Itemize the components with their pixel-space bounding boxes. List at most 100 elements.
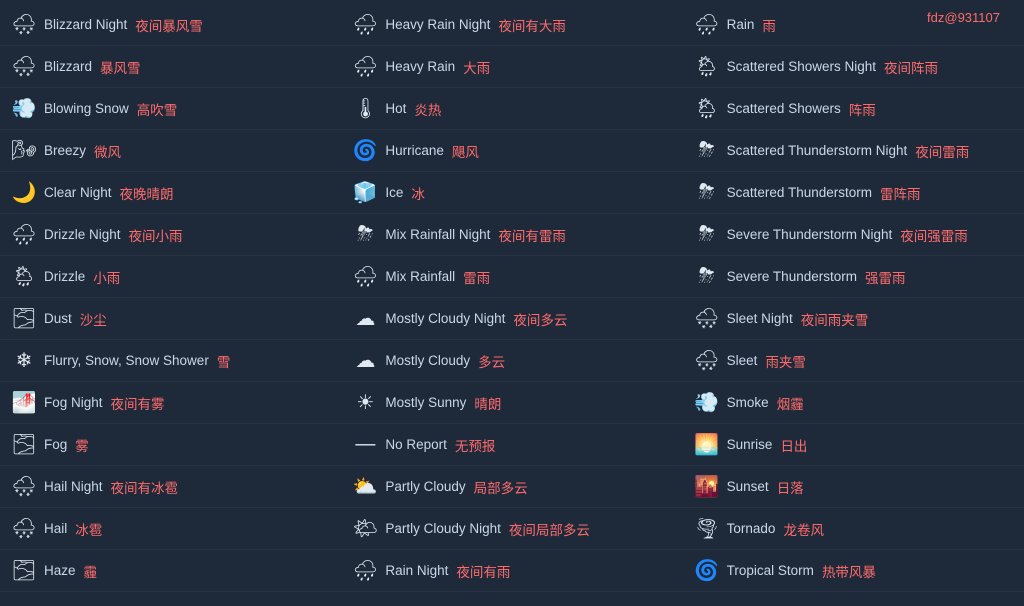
weather-icon: 🌧 bbox=[349, 12, 381, 37]
weather-item: 💨Blowing Snow高吹雪 bbox=[0, 88, 341, 130]
weather-name-zh: 雾 bbox=[75, 435, 89, 455]
weather-name-zh: 雪 bbox=[217, 351, 231, 371]
column-0: 🌨Blizzard Night夜间暴风雪🌨Blizzard暴风雪💨Blowing… bbox=[0, 4, 341, 592]
weather-icon: ☁ bbox=[349, 306, 381, 331]
weather-item: 🧊Ice冰 bbox=[341, 172, 682, 214]
weather-item: 🌙Clear Night夜晚晴朗 bbox=[0, 172, 341, 214]
weather-name-en: Drizzle bbox=[44, 269, 85, 284]
weather-item: ⛈Scattered Thunderstorm Night夜间雷雨 bbox=[683, 130, 1024, 172]
weather-name-en: Tornado bbox=[727, 521, 776, 536]
weather-item: 🌦Scattered Showers Night夜间阵雨 bbox=[683, 46, 1024, 88]
weather-icon: 🌦 bbox=[691, 96, 723, 121]
weather-item: ⛈Severe Thunderstorm Night夜间强雷雨 bbox=[683, 214, 1024, 256]
weather-name-en: Tropical Storm bbox=[727, 563, 814, 578]
weather-name-zh: 夜间有雷雨 bbox=[498, 225, 566, 245]
weather-name-en: Mix Rainfall bbox=[385, 269, 455, 284]
weather-item: 🌨Hail冰雹 bbox=[0, 508, 341, 550]
weather-name-zh: 炎热 bbox=[414, 99, 441, 119]
weather-icon: 🌨 bbox=[691, 306, 723, 331]
weather-name-zh: 微风 bbox=[94, 141, 121, 161]
weather-name-en: Hail Night bbox=[44, 479, 103, 494]
weather-name-zh: 夜间雷雨 bbox=[915, 141, 969, 161]
weather-name-en: Mostly Sunny bbox=[385, 395, 466, 410]
weather-name-zh: 无预报 bbox=[455, 435, 496, 455]
weather-name-zh: 雨 bbox=[762, 15, 776, 35]
weather-icon: 🌨 bbox=[8, 516, 40, 541]
weather-item: 🌧Drizzle Night夜间小雨 bbox=[0, 214, 341, 256]
weather-name-en: No Report bbox=[385, 437, 447, 452]
column-1: 🌧Heavy Rain Night夜间有大雨🌧Heavy Rain大雨🌡Hot炎… bbox=[341, 4, 682, 592]
weather-name-zh: 夜间有冰雹 bbox=[111, 477, 179, 497]
weather-name-zh: 夜间有雾 bbox=[111, 393, 165, 413]
weather-icon: 🌀 bbox=[349, 138, 381, 163]
weather-name-en: Partly Cloudy Night bbox=[385, 521, 501, 536]
weather-name-zh: 飓风 bbox=[452, 141, 479, 161]
weather-item: 🌧Mix Rainfall雷雨 bbox=[341, 256, 682, 298]
weather-name-en: Sleet Night bbox=[727, 311, 793, 326]
weather-name-en: Ice bbox=[385, 185, 403, 200]
weather-name-en: Fog bbox=[44, 437, 67, 452]
weather-name-zh: 夜间有雨 bbox=[456, 561, 510, 581]
weather-name-en: Severe Thunderstorm bbox=[727, 269, 857, 284]
weather-name-en: Drizzle Night bbox=[44, 227, 121, 242]
weather-name-en: Scattered Showers bbox=[727, 101, 841, 116]
weather-icon: 💨 bbox=[8, 96, 40, 121]
weather-item: ⛅Partly Cloudy局部多云 bbox=[341, 466, 682, 508]
weather-item: 🌧Heavy Rain Night夜间有大雨 bbox=[341, 4, 682, 46]
weather-name-en: Heavy Rain bbox=[385, 59, 455, 74]
weather-icon: 🌨 bbox=[8, 54, 40, 79]
weather-name-zh: 高吹雪 bbox=[137, 99, 178, 119]
weather-name-zh: 夜晚晴朗 bbox=[120, 183, 174, 203]
weather-name-en: Hurricane bbox=[385, 143, 444, 158]
weather-icon: ❄ bbox=[8, 348, 40, 373]
user-tag: fdz@931107 bbox=[927, 10, 1008, 25]
weather-name-en: Mostly Cloudy Night bbox=[385, 311, 505, 326]
weather-icon: 🌤 bbox=[349, 516, 381, 541]
weather-icon: 🌧 bbox=[349, 54, 381, 79]
weather-item: ☁Mostly Cloudy多云 bbox=[341, 340, 682, 382]
weather-name-zh: 冰 bbox=[411, 183, 425, 203]
weather-icon: 🌁 bbox=[8, 390, 40, 415]
weather-icon: ⛈ bbox=[691, 181, 723, 204]
weather-icon: 🌫 bbox=[8, 306, 40, 331]
weather-item: 🌅Sunrise日出 bbox=[683, 424, 1024, 466]
weather-icon: 🌡 bbox=[349, 96, 381, 121]
weather-name-zh: 龙卷风 bbox=[783, 519, 824, 539]
weather-name-zh: 夜间雨夹雪 bbox=[801, 309, 869, 329]
weather-icon: 🌇 bbox=[691, 474, 723, 499]
weather-name-zh: 多云 bbox=[478, 351, 505, 371]
weather-icon: 🌧 bbox=[8, 222, 40, 247]
weather-name-en: Sunset bbox=[727, 479, 769, 494]
weather-name-zh: 沙尘 bbox=[80, 309, 107, 329]
weather-item: 🌧Rain Night夜间有雨 bbox=[341, 550, 682, 592]
weather-name-zh: 局部多云 bbox=[474, 477, 528, 497]
weather-name-zh: 夜间局部多云 bbox=[509, 519, 590, 539]
weather-name-zh: 阵雨 bbox=[849, 99, 876, 119]
weather-item: —No Report无预报 bbox=[341, 424, 682, 466]
weather-item: 🌨 Hail Night 夜间有冰雹 bbox=[0, 466, 341, 508]
weather-icon: 🌫 bbox=[8, 558, 40, 583]
weather-icon: 🌬 bbox=[8, 138, 40, 163]
weather-name-zh: 夜间强雷雨 bbox=[900, 225, 968, 245]
weather-item: 🌦 Scattered Showers 阵雨 bbox=[683, 88, 1024, 130]
weather-item: ⛈Severe Thunderstorm强雷雨 bbox=[683, 256, 1024, 298]
weather-item: 🌫Dust沙尘 bbox=[0, 298, 341, 340]
weather-icon: 🌅 bbox=[691, 432, 723, 457]
weather-item: ⛈Scattered Thunderstorm雷阵雨 bbox=[683, 172, 1024, 214]
weather-name-en: Sunrise bbox=[727, 437, 773, 452]
weather-icon: 🌫 bbox=[8, 432, 40, 457]
weather-icon: 🌪 bbox=[691, 516, 723, 541]
weather-name-en: Hail bbox=[44, 521, 67, 536]
weather-name-zh: 夜间暴风雪 bbox=[135, 15, 203, 35]
weather-name-en: Breezy bbox=[44, 143, 86, 158]
weather-name-en: Scattered Thunderstorm bbox=[727, 185, 872, 200]
weather-item: 🌫Haze霾 bbox=[0, 550, 341, 592]
weather-item: 🌤 Partly Cloudy Night 夜间局部多云 bbox=[341, 508, 682, 550]
weather-item: 🌨Blizzard暴风雪 bbox=[0, 46, 341, 88]
weather-name-zh: 烟霾 bbox=[777, 393, 804, 413]
weather-grid: 🌨Blizzard Night夜间暴风雪🌨Blizzard暴风雪💨Blowing… bbox=[0, 0, 1024, 596]
weather-name-en: Clear Night bbox=[44, 185, 112, 200]
weather-name-zh: 晴朗 bbox=[474, 393, 501, 413]
weather-item: 🌨Blizzard Night夜间暴风雪 bbox=[0, 4, 341, 46]
weather-icon: 🌨 bbox=[8, 474, 40, 499]
